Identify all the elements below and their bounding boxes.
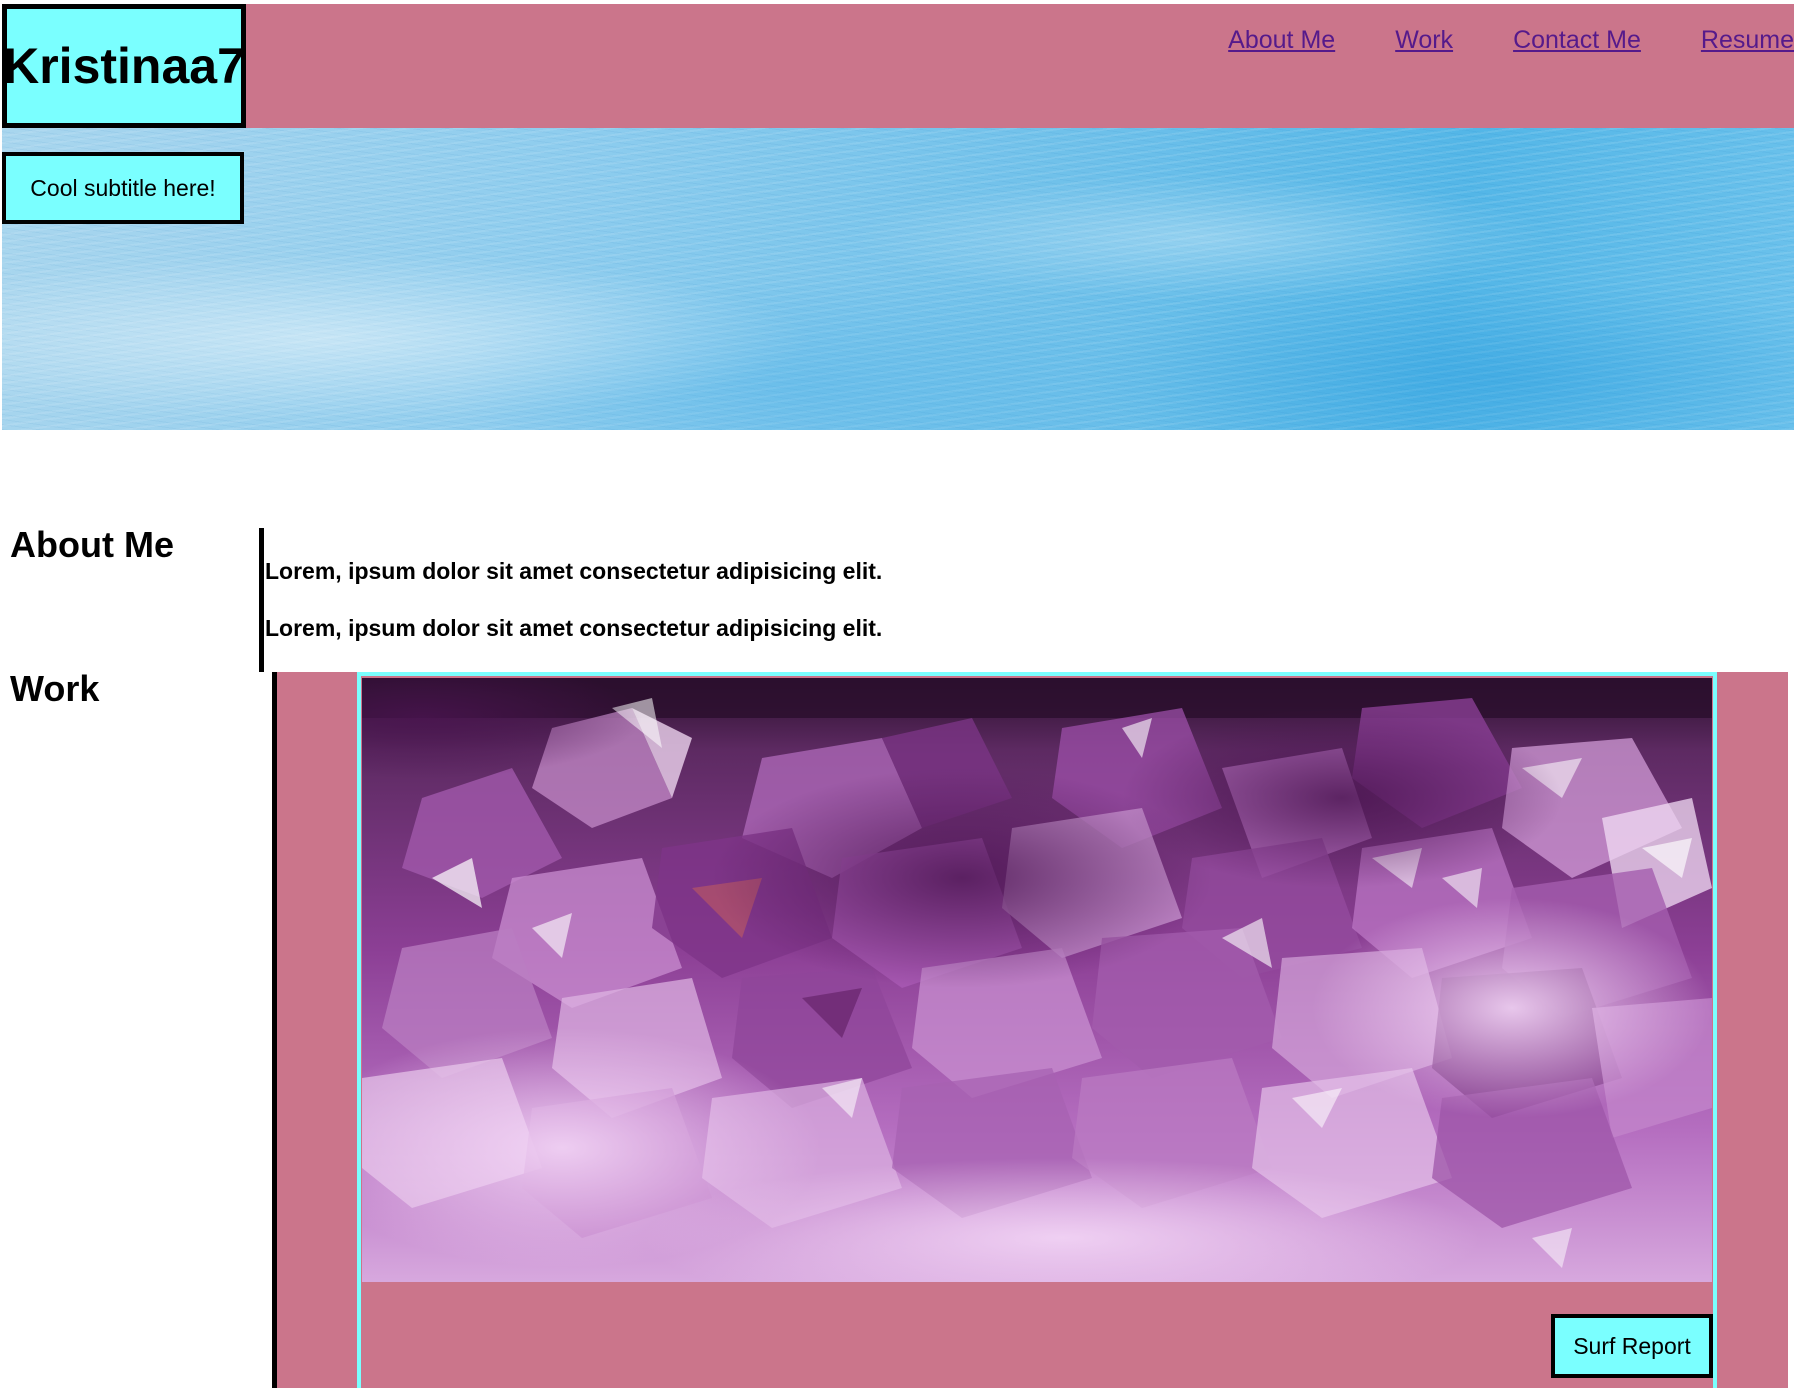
work-section: Surf Report — [272, 672, 1788, 1388]
subtitle-text: Cool subtitle here! — [30, 174, 216, 201]
nav-link-work[interactable]: Work — [1395, 26, 1453, 55]
amethyst-crystal-image — [362, 678, 1712, 1282]
nav-link-contact-me[interactable]: Contact Me — [1513, 26, 1641, 55]
surf-report-label: Surf Report — [1573, 1332, 1691, 1359]
page: Kristinaa7 About Me Work Contact Me Resu… — [0, 0, 1796, 1388]
work-card[interactable]: Surf Report — [357, 672, 1717, 1388]
hero-water-image — [2, 128, 1794, 430]
main-nav: About Me Work Contact Me Resume — [1168, 26, 1794, 55]
nav-link-about-me[interactable]: About Me — [1228, 26, 1335, 55]
about-divider — [259, 528, 264, 672]
logo-text: Kristinaa7 — [3, 38, 245, 94]
about-heading: About Me — [10, 524, 174, 565]
work-heading: Work — [10, 668, 100, 709]
nav-link-resume[interactable]: Resume — [1701, 26, 1794, 55]
about-paragraph-2: Lorem, ipsum dolor sit amet consectetur … — [265, 615, 883, 641]
about-paragraph-1: Lorem, ipsum dolor sit amet consectetur … — [265, 558, 883, 584]
logo[interactable]: Kristinaa7 — [2, 4, 246, 128]
header: Kristinaa7 About Me Work Contact Me Resu… — [2, 4, 1794, 128]
surf-report-button[interactable]: Surf Report — [1551, 1314, 1713, 1378]
subtitle-box: Cool subtitle here! — [2, 152, 244, 224]
